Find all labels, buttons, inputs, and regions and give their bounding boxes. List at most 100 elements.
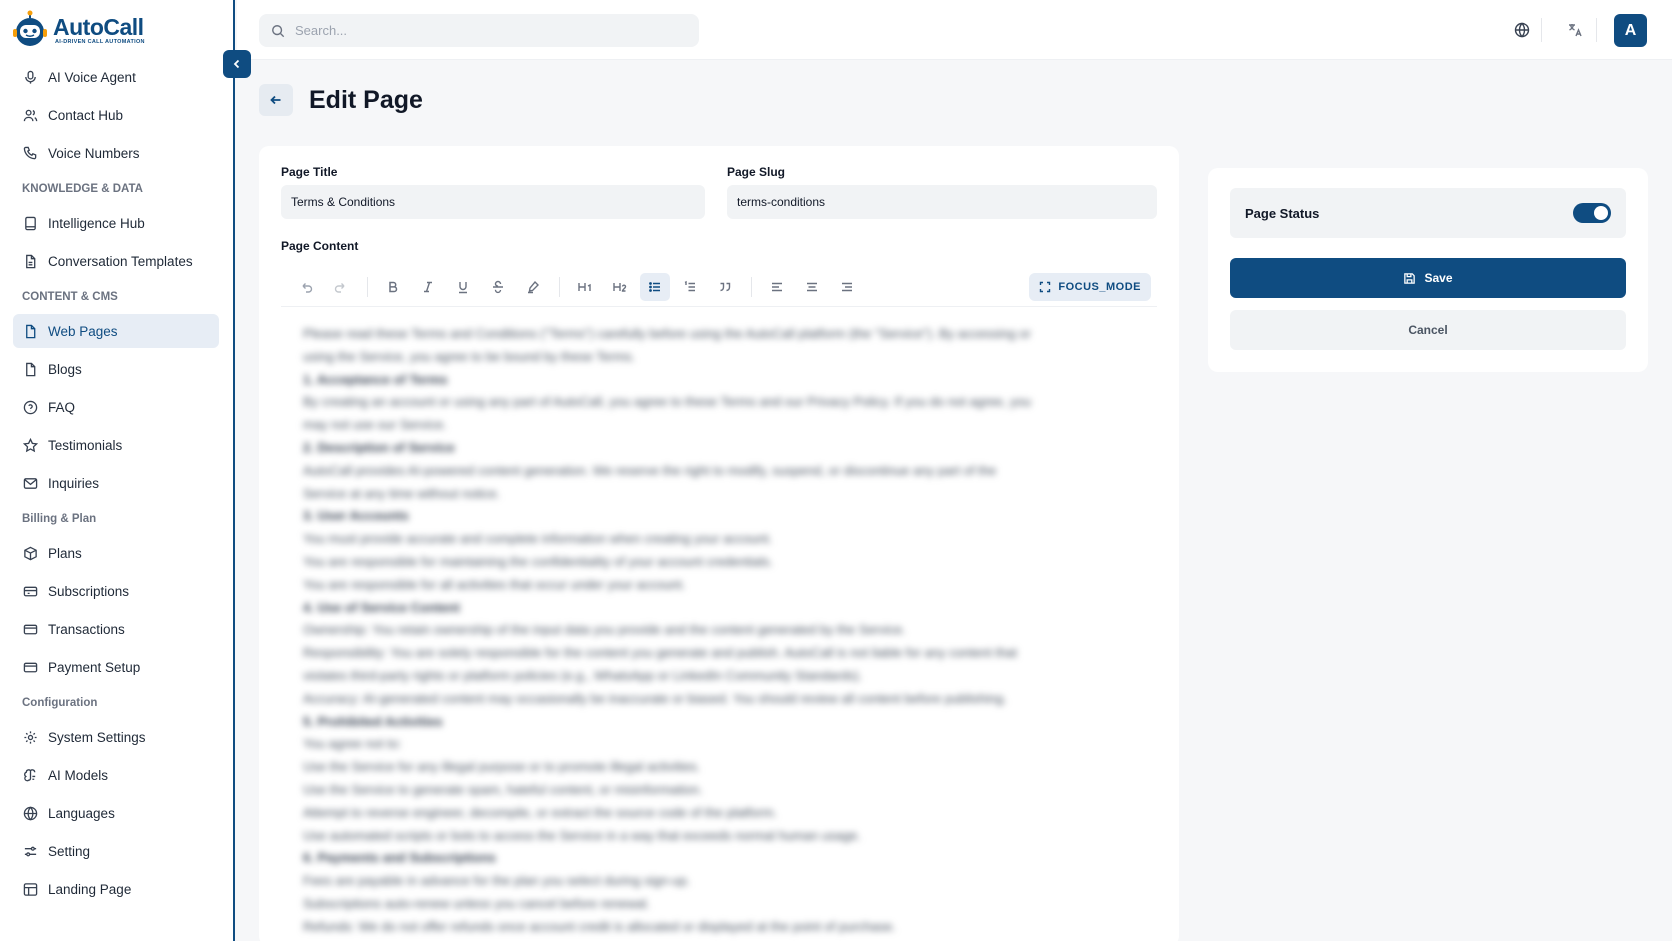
focus-mode-button[interactable]: FOCUS_MODE: [1029, 273, 1151, 301]
bullet-list-button[interactable]: [640, 272, 670, 301]
redo-button[interactable]: [326, 273, 356, 301]
sidebar-item-languages[interactable]: Languages: [13, 796, 219, 830]
section-configuration: Configuration: [22, 697, 98, 709]
redo-icon: [334, 282, 345, 293]
sidebar-item-ai-voice-agent[interactable]: AI Voice Agent: [13, 60, 219, 94]
heading-1-button[interactable]: [570, 273, 600, 301]
back-button[interactable]: [259, 84, 293, 116]
ordered-list-icon: [684, 280, 695, 291]
editor-content[interactable]: Please read these Terms and Conditions (…: [303, 323, 1123, 941]
content-heading: 2. Description of Service: [303, 439, 455, 455]
align-right-button[interactable]: [832, 273, 862, 301]
sidebar-collapse-button[interactable]: [223, 50, 251, 78]
sidebar-item-inquiries[interactable]: Inquiries: [13, 466, 219, 500]
sidebar-item-web-pages[interactable]: Web Pages: [13, 314, 219, 348]
topbar-divider: [1596, 18, 1597, 42]
italic-button[interactable]: [413, 273, 443, 301]
sidebar-item-voice-numbers[interactable]: Voice Numbers: [13, 136, 219, 170]
bold-button[interactable]: [378, 273, 408, 301]
sidebar-item-setting[interactable]: Setting: [13, 834, 219, 868]
sidebar-item-payment-setup[interactable]: Payment Setup: [13, 650, 219, 684]
page-slug-input[interactable]: [727, 185, 1157, 219]
sidebar-item-plans[interactable]: Plans: [13, 536, 219, 570]
content-paragraph: Responsibility: You are solely responsib…: [303, 645, 1018, 661]
logo[interactable]: AutoCall AI-DRIVEN CALL AUTOMATION: [11, 10, 145, 50]
sidebar-item-label: Conversation Templates: [48, 253, 193, 269]
content-paragraph: Accuracy: AI-generated content may occas…: [303, 690, 1007, 706]
book-icon: [25, 216, 36, 230]
align-left-button[interactable]: [762, 273, 792, 301]
section-knowledge-data: KNOWLEDGE & DATA: [22, 183, 143, 195]
blockquote-button[interactable]: [710, 273, 740, 301]
sidebar-item-label: Payment Setup: [48, 659, 141, 675]
sidebar-item-label: Voice Numbers: [48, 145, 140, 161]
search-icon: [272, 24, 285, 37]
page-status-toggle[interactable]: [1573, 203, 1611, 223]
sidebar-item-blogs[interactable]: Blogs: [13, 352, 219, 386]
page-title-input[interactable]: [281, 185, 705, 219]
fullscreen-icon: [1040, 281, 1051, 293]
strikethrough-button[interactable]: [483, 273, 513, 301]
cancel-button[interactable]: Cancel: [1230, 310, 1626, 350]
sidebar-item-subscriptions[interactable]: Subscriptions: [13, 574, 219, 608]
highlight-button[interactable]: [518, 273, 548, 301]
italic-icon: [424, 281, 432, 292]
translate-icon: [1569, 24, 1582, 37]
page-title-label: Page Title: [281, 165, 338, 179]
topbar: A: [237, 0, 1672, 60]
sidebar-item-conversation-templates[interactable]: Conversation Templates: [13, 244, 219, 278]
globe-icon: [23, 805, 38, 821]
align-center-icon: [807, 282, 817, 291]
sidebar-item-contact-hub[interactable]: Contact Hub: [13, 98, 219, 132]
underline-icon: [459, 281, 467, 293]
section-billing-plan: Billing & Plan: [22, 513, 97, 525]
search-box[interactable]: [259, 14, 699, 47]
save-button[interactable]: Save: [1230, 258, 1626, 298]
content-paragraph: AutoCall provides AI-powered content gen…: [303, 462, 997, 478]
sidebar-item-label: Setting: [48, 843, 91, 859]
ordered-list-button[interactable]: [675, 273, 705, 301]
app-tagline: AI-DRIVEN CALL AUTOMATION: [55, 39, 145, 45]
sidebar-item-label: Subscriptions: [48, 583, 130, 599]
content-paragraph: You must provide accurate and complete i…: [303, 531, 773, 547]
bold-icon: [389, 281, 398, 292]
avatar[interactable]: A: [1614, 14, 1647, 47]
sidebar-item-label: FAQ: [48, 399, 76, 415]
credit-card-icon: [23, 662, 38, 672]
sidebar-item-label: Plans: [48, 545, 82, 561]
strikethrough-icon: [493, 280, 503, 293]
sidebar-item-landing-page[interactable]: Landing Page: [13, 872, 219, 906]
sidebar-item-testimonials[interactable]: Testimonials: [13, 428, 219, 462]
content-paragraph: You agree not to:: [303, 736, 402, 752]
content-paragraph: You are responsible for all activities t…: [303, 576, 686, 592]
save-icon: [1404, 272, 1416, 284]
sidebar-item-label: System Settings: [48, 729, 146, 745]
underline-button[interactable]: [448, 273, 478, 301]
save-label: Save: [1424, 271, 1453, 285]
sidebar-item-intelligence-hub[interactable]: Intelligence Hub: [13, 206, 219, 240]
sliders-icon: [24, 846, 37, 856]
language-globe-button[interactable]: [1512, 20, 1532, 40]
sidebar-item-system-settings[interactable]: System Settings: [13, 720, 219, 754]
page-status-row: Page Status: [1230, 188, 1626, 238]
search-input[interactable]: [295, 23, 675, 38]
translate-button[interactable]: [1565, 20, 1585, 40]
page-status-label: Page Status: [1245, 205, 1320, 221]
sidebar-item-transactions[interactable]: Transactions: [13, 612, 219, 646]
bullet-list-icon: [649, 281, 660, 292]
content-heading: 1. Acceptance of Terms: [303, 371, 448, 387]
align-center-button[interactable]: [797, 273, 827, 301]
undo-icon: [302, 282, 313, 293]
sidebar-item-label: Contact Hub: [48, 107, 124, 123]
sidebar-item-ai-models[interactable]: AI Models: [13, 758, 219, 792]
sidebar-item-label: Testimonials: [48, 437, 123, 453]
content-heading: 6. Payments and Subscriptions: [303, 850, 496, 866]
file-icon: [26, 254, 36, 268]
undo-button[interactable]: [291, 273, 321, 301]
app-name: AutoCall: [53, 14, 144, 40]
sidebar-item-label: Blogs: [48, 361, 82, 377]
sidebar-item-faq[interactable]: FAQ: [13, 390, 219, 424]
page-content-label: Page Content: [281, 239, 359, 253]
heading-2-button[interactable]: [605, 273, 635, 301]
publish-panel: Page Status Save Cancel: [1208, 168, 1648, 372]
